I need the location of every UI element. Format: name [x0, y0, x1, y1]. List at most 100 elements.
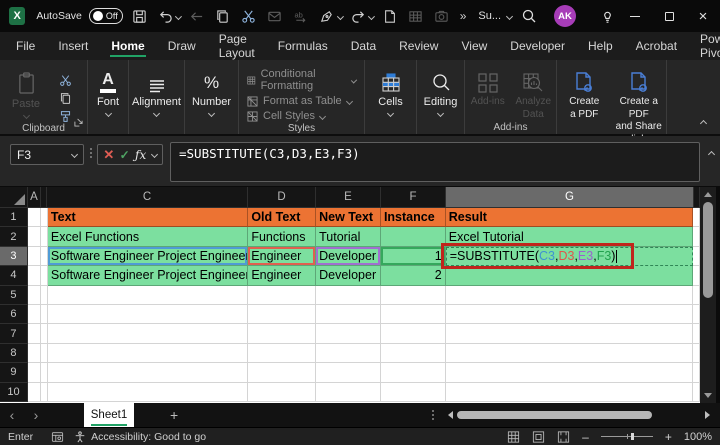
tab-review[interactable]: Review	[398, 33, 439, 59]
prev-sheet-icon[interactable]: ‹	[0, 407, 24, 423]
horizontal-scrollbar-thumb[interactable]	[457, 411, 652, 419]
cell-C3[interactable]: Software Engineer Project Engineer	[48, 247, 248, 266]
cell-C1[interactable]: Text	[48, 208, 248, 227]
cell-E3[interactable]: Developer	[316, 247, 381, 266]
cut-small-icon[interactable]	[59, 74, 72, 87]
cell-G2[interactable]: Excel Tutorial	[446, 227, 693, 246]
tab-home[interactable]: Home	[110, 33, 145, 59]
undo-menu-icon[interactable]	[175, 13, 182, 20]
col-header-D[interactable]: D	[248, 187, 316, 208]
scroll-down-icon[interactable]	[704, 393, 712, 398]
autosave-toggle[interactable]: Off	[89, 8, 123, 24]
cell-C2[interactable]: Excel Functions	[48, 227, 248, 246]
tab-view[interactable]: View	[460, 33, 488, 59]
cell-F3[interactable]: 1	[381, 247, 446, 266]
insert-function-icon[interactable]: ƒx	[135, 148, 146, 162]
col-header-E[interactable]: E	[316, 187, 381, 208]
confirm-entry-icon[interactable]: ✓	[120, 148, 130, 162]
next-sheet-icon[interactable]: ›	[24, 407, 48, 423]
document-title[interactable]: Su...	[478, 10, 512, 22]
redo-icon[interactable]	[348, 5, 368, 27]
cells-group[interactable]: Cells	[365, 60, 417, 134]
font-group[interactable]: A Font	[88, 60, 129, 134]
cell-D2[interactable]: Functions	[248, 227, 316, 246]
accessibility-icon[interactable]	[74, 431, 86, 443]
formula-bar-grip[interactable]	[90, 148, 92, 158]
number-group[interactable]: % Number	[185, 60, 239, 134]
lightbulb-icon[interactable]	[596, 5, 618, 27]
cell-E4[interactable]: Developer	[316, 266, 381, 285]
excel-logo-icon[interactable]: X	[9, 7, 25, 25]
collapse-formula-bar-icon[interactable]	[708, 151, 715, 158]
scroll-right-icon[interactable]	[705, 411, 710, 419]
cell-F4[interactable]: 2	[381, 266, 446, 285]
maximize-button[interactable]	[652, 0, 686, 32]
clipboard-dialog-launcher-icon[interactable]	[74, 114, 83, 132]
accessibility-status[interactable]: Accessibility: Good to go	[91, 431, 206, 443]
copy-small-icon[interactable]	[59, 92, 72, 105]
horizontal-scrollbar[interactable]	[448, 403, 710, 427]
copy-icon[interactable]	[213, 5, 233, 27]
formula-input[interactable]: =SUBSTITUTE(C3,D3,E3,F3)	[170, 142, 700, 182]
cell-G3-formula[interactable]: =SUBSTITUTE(C3,D3,E3,F3)	[446, 247, 693, 266]
row-header-3[interactable]: 3	[0, 247, 28, 266]
add-sheet-button[interactable]: +	[170, 407, 178, 423]
cell-E2[interactable]: Tutorial	[316, 227, 381, 246]
collapse-ribbon-icon[interactable]	[700, 120, 707, 127]
format-painter-icon[interactable]	[59, 110, 72, 123]
tab-draw[interactable]: Draw	[167, 33, 197, 59]
tab-bar-grip[interactable]	[432, 410, 434, 420]
vertical-scrollbar[interactable]	[700, 187, 716, 403]
zoom-level[interactable]: 100%	[684, 431, 712, 443]
col-header-C[interactable]: C	[47, 187, 248, 208]
macro-record-icon[interactable]	[51, 431, 64, 443]
row-header-7[interactable]: 7	[0, 324, 28, 343]
alignment-group[interactable]: Alignment	[129, 60, 185, 134]
zoom-out-button[interactable]: –	[582, 430, 589, 444]
col-header-A[interactable]: A	[28, 187, 41, 208]
cell-D4[interactable]: Engineer	[248, 266, 316, 285]
page-break-view-icon[interactable]	[557, 431, 570, 443]
col-header-G[interactable]: G	[446, 187, 694, 208]
row-header-6[interactable]: 6	[0, 305, 28, 324]
tab-help[interactable]: Help	[587, 33, 614, 59]
fx-menu-icon[interactable]	[151, 151, 158, 158]
row-header-5[interactable]: 5	[0, 286, 28, 305]
undo-icon[interactable]	[155, 5, 175, 27]
row-header-9[interactable]: 9	[0, 363, 28, 382]
cell-F1[interactable]: Instance	[381, 208, 446, 227]
redo-menu-icon[interactable]	[368, 13, 375, 20]
cell-C4[interactable]: Software Engineer Project Engineer	[48, 266, 248, 285]
page-layout-view-icon[interactable]	[532, 431, 545, 443]
vertical-scrollbar-thumb[interactable]	[703, 202, 713, 298]
scroll-up-icon[interactable]	[704, 192, 712, 197]
zoom-slider-thumb[interactable]	[631, 433, 634, 440]
cancel-entry-icon[interactable]: ✕	[103, 147, 114, 163]
tab-insert[interactable]: Insert	[57, 33, 89, 59]
row-header-8[interactable]: 8	[0, 344, 28, 363]
save-icon[interactable]	[129, 5, 149, 27]
new-document-icon[interactable]	[380, 5, 400, 27]
pen-icon[interactable]	[317, 5, 337, 27]
minimize-button[interactable]	[618, 0, 652, 32]
cell-A1[interactable]	[28, 208, 41, 227]
pen-menu-icon[interactable]	[336, 13, 343, 20]
cell-D1[interactable]: Old Text	[248, 208, 316, 227]
search-icon[interactable]	[518, 5, 540, 27]
user-avatar[interactable]: AK	[554, 5, 576, 27]
cell-F2[interactable]	[381, 227, 446, 246]
cell-E1[interactable]: New Text	[316, 208, 381, 227]
sheet-tab-sheet1[interactable]: Sheet1	[84, 403, 134, 427]
toolbar-overflow-button[interactable]: »	[460, 9, 467, 23]
zoom-in-button[interactable]: +	[665, 430, 672, 444]
cell-A3[interactable]	[28, 247, 41, 266]
row-header-10[interactable]: 10	[0, 383, 28, 402]
cell-A4[interactable]	[28, 266, 41, 285]
select-all-corner[interactable]	[0, 187, 28, 208]
scroll-left-icon[interactable]	[448, 411, 453, 419]
cell-G4[interactable]	[446, 266, 693, 285]
create-pdf-share-button[interactable]: Create a PDFand Share link	[612, 66, 667, 146]
tab-formulas[interactable]: Formulas	[277, 33, 329, 59]
zoom-slider[interactable]	[601, 436, 653, 437]
col-header-F[interactable]: F	[381, 187, 446, 208]
